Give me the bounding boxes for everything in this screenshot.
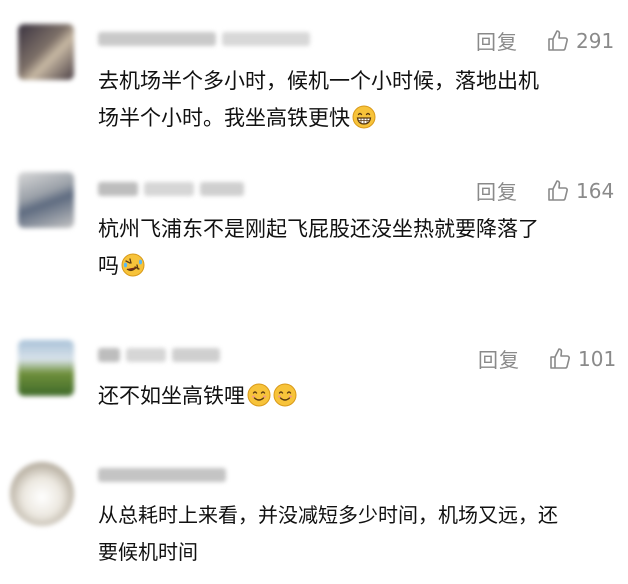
comment-actions: 回复 101	[478, 344, 616, 373]
comment-text-line: 吗	[98, 254, 119, 278]
username-blurred[interactable]	[98, 180, 244, 198]
comment-text: 去机场半个多小时，候机一个小时候，落地出机 场半个小时。我坐高铁更快	[98, 63, 539, 137]
reply-button[interactable]: 回复	[476, 176, 518, 205]
avatar[interactable]	[18, 24, 74, 80]
reply-button[interactable]: 回复	[476, 26, 518, 55]
thumbs-up-icon	[548, 29, 568, 51]
thumbs-up-icon	[548, 179, 568, 201]
like-button[interactable]: 291	[546, 29, 614, 53]
thumbs-up-icon	[550, 347, 570, 369]
username-blurred[interactable]	[98, 346, 220, 364]
grinning-face-icon	[352, 105, 376, 129]
comment-text-line: 从总耗时上来看，并没减短多少时间，机场又远，还	[98, 503, 558, 527]
avatar[interactable]	[10, 462, 74, 526]
like-count: 164	[576, 178, 615, 203]
comment-text-line: 场半个小时。我坐高铁更快	[98, 106, 350, 130]
comment-actions: 回复 164	[476, 176, 614, 205]
comment-text: 还不如坐高铁哩	[98, 378, 297, 415]
like-button[interactable]: 164	[546, 179, 614, 203]
comment-text: 杭州飞浦东不是刚起飞屁股还没坐热就要降落了 吗	[98, 211, 539, 285]
smiling-face-icon	[273, 383, 297, 407]
comment-actions: 回复 291	[476, 26, 614, 55]
comment-text-line: 要候机时间	[98, 540, 198, 564]
reply-button[interactable]: 回复	[478, 344, 520, 373]
comment-text-line: 还不如坐高铁哩	[98, 384, 245, 408]
username-blurred[interactable]	[98, 30, 310, 48]
like-count: 291	[576, 28, 615, 53]
smiling-face-icon	[247, 383, 271, 407]
rolling-laughing-face-icon	[121, 253, 145, 277]
avatar[interactable]	[18, 172, 74, 228]
like-button[interactable]: 101	[548, 347, 616, 371]
comment-text-line: 去机场半个多小时，候机一个小时候，落地出机	[98, 69, 539, 93]
like-count: 101	[578, 346, 617, 371]
avatar[interactable]	[18, 340, 74, 396]
username-blurred[interactable]	[98, 466, 226, 484]
comment-text-line: 杭州飞浦东不是刚起飞屁股还没坐热就要降落了	[98, 217, 539, 241]
comment-text: 从总耗时上来看，并没减短多少时间，机场又远，还 要候机时间	[98, 497, 558, 571]
